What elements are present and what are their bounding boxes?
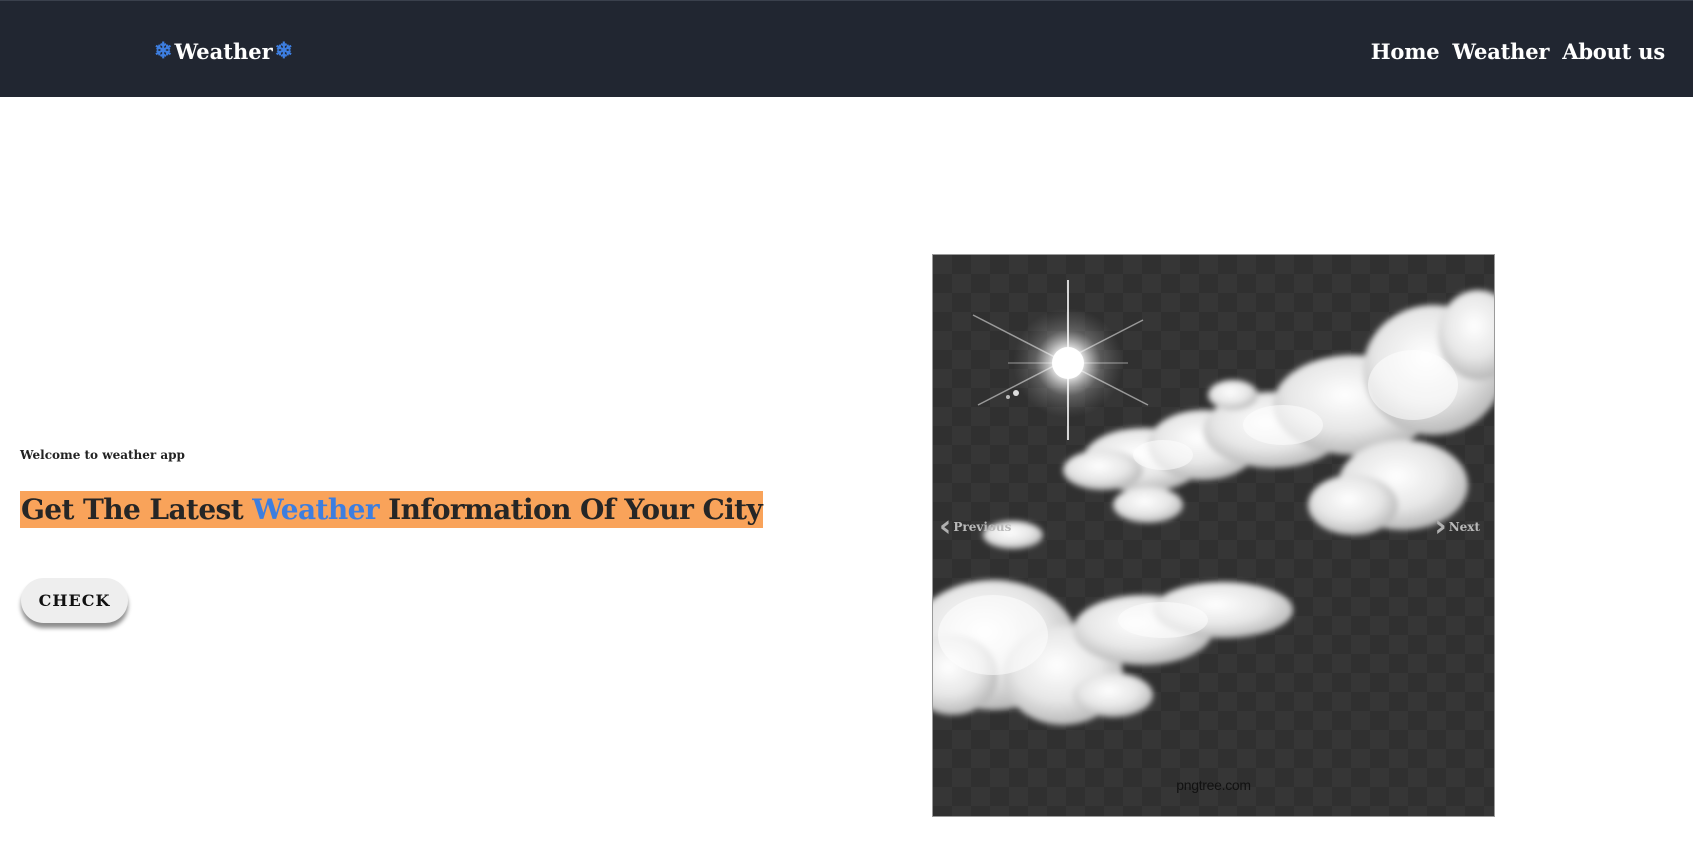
sky-clouds-image	[933, 255, 1494, 816]
check-button[interactable]: CHECK	[21, 578, 128, 623]
chevron-left-icon: ‹	[939, 509, 952, 544]
nav-link-about-us[interactable]: About us	[1562, 39, 1665, 64]
carousel-next-label: Next	[1448, 520, 1480, 534]
image-carousel: ‹ Previous › Next pngtree.com	[932, 254, 1495, 817]
headline-text-start: Get The Latest	[21, 493, 253, 526]
carousel-prev-button[interactable]: ‹ Previous	[939, 509, 1012, 544]
welcome-text: Welcome to weather app	[20, 448, 185, 462]
nav-links: Home Weather About us	[1371, 35, 1665, 67]
snowflake-icon: ❄	[154, 38, 173, 64]
carousel-prev-label: Previous	[953, 520, 1012, 534]
navbar: ❄ Weather ❄ Home Weather About us	[0, 0, 1693, 97]
brand[interactable]: ❄ Weather ❄	[154, 35, 293, 67]
carousel-next-button[interactable]: › Next	[1434, 509, 1480, 544]
headline-text-end: Information Of Your City	[378, 493, 763, 526]
headline-accent-text: Weather	[252, 493, 379, 526]
image-watermark: pngtree.com	[1176, 777, 1251, 793]
hero-headline: Get The Latest Weather Information Of Yo…	[20, 491, 764, 528]
chevron-right-icon: ›	[1434, 509, 1447, 544]
snowflake-icon: ❄	[274, 38, 294, 64]
nav-link-home[interactable]: Home	[1371, 39, 1440, 64]
brand-title: Weather	[174, 38, 273, 64]
nav-link-weather[interactable]: Weather	[1452, 39, 1549, 64]
